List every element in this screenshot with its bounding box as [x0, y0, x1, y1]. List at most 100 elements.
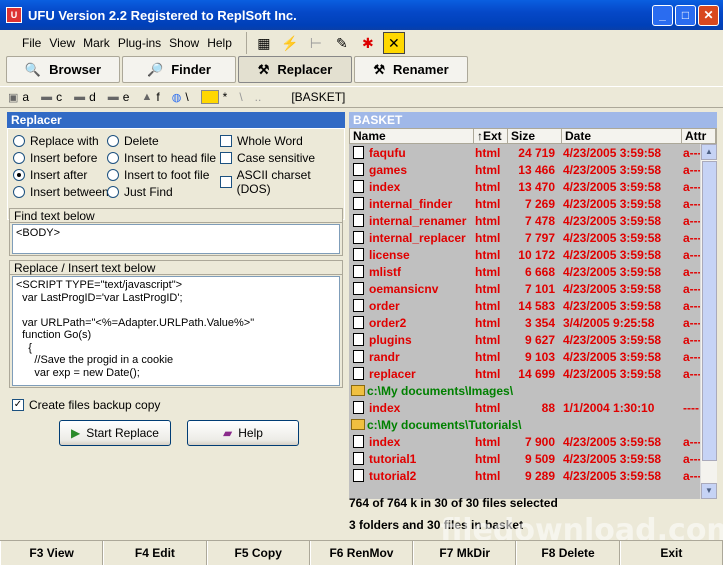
tab-finder[interactable]: 🔎 Finder [122, 56, 236, 83]
f7-mkdir-button[interactable]: F7 MkDir [413, 541, 517, 565]
file-date: 4/23/2005 3:59:58 [563, 247, 662, 262]
path-up-label: .. [254, 90, 262, 104]
file-row[interactable]: randr html 9 103 4/23/2005 3:59:58 a--- [349, 348, 717, 365]
menu-mark[interactable]: Mark [79, 36, 114, 50]
ascii-charset-checkbox[interactable]: ASCII charset (DOS) [220, 168, 344, 196]
file-row[interactable]: internal_renamer html 7 478 4/23/2005 3:59:… [349, 212, 717, 229]
drive-network[interactable]: ◍ \ [172, 90, 189, 104]
hammer-icon: ⚒ [257, 61, 270, 77]
tab-browser[interactable]: 🔍 Browser [6, 56, 120, 83]
file-row[interactable]: index html 7 900 4/23/2005 3:59:58 a--- [349, 433, 717, 450]
tab-renamer[interactable]: ⚒ Renamer [354, 56, 468, 83]
file-row[interactable]: mlistf html 6 668 4/23/2005 3:59:58 a--- [349, 263, 717, 280]
col-size[interactable]: Size [508, 129, 562, 143]
drive-f[interactable]: ▲ f [141, 90, 159, 104]
option-just-find[interactable]: Just Find [107, 185, 173, 199]
menu-view[interactable]: View [45, 36, 79, 50]
replace-label: Replace / Insert text below [10, 261, 342, 275]
file-icon [353, 214, 364, 227]
menu-show[interactable]: Show [165, 36, 203, 50]
radio [107, 152, 119, 164]
f4-edit-button[interactable]: F4 Edit [103, 541, 207, 565]
close-button[interactable]: ✕ [698, 5, 719, 26]
col-name[interactable]: Name [350, 129, 474, 143]
file-ext: html [475, 400, 501, 415]
maximize-button[interactable]: □ [675, 5, 696, 26]
f8-delete-button[interactable]: F8 Delete [516, 541, 620, 565]
app-icon: U [6, 7, 22, 23]
option-insert-before[interactable]: Insert before [13, 151, 97, 165]
file-row[interactable]: plugins html 9 627 4/23/2005 3:59:58 a--- [349, 331, 717, 348]
minimize-button[interactable]: _ [652, 5, 673, 26]
basket-icon [200, 90, 219, 104]
file-row[interactable]: internal_finder html 7 269 4/23/2005 3:59:5… [349, 195, 717, 212]
option-insert-after[interactable]: Insert after [13, 168, 87, 182]
drive-d[interactable]: ▬ d [74, 90, 96, 104]
file-row[interactable]: index html 13 470 4/23/2005 3:59:58 a--- [349, 178, 717, 195]
drive-c[interactable]: ▬ c [41, 90, 62, 104]
flash-icon[interactable]: ⚡ [279, 32, 301, 54]
tools-icon[interactable]: ✎ [331, 32, 353, 54]
menu-plugins[interactable]: Plug-ins [114, 36, 165, 50]
col-ext[interactable]: ↑Ext [474, 129, 508, 143]
backup-checkbox[interactable]: ✓ Create files backup copy [12, 398, 160, 412]
option-replace-with[interactable]: Replace with [13, 134, 99, 148]
folder-row[interactable]: c:\My documents\Tutorials\ [349, 416, 717, 433]
menu-file[interactable]: File [18, 36, 45, 50]
function-key-bar: F3 View F4 Edit F5 Copy F6 RenMov F7 MkD… [0, 540, 723, 565]
find-group: Find text below <BODY> [9, 208, 343, 256]
f3-view-button[interactable]: F3 View [0, 541, 104, 565]
radio [13, 169, 25, 181]
tab-replacer[interactable]: ⚒ Replacer [238, 56, 352, 83]
file-row[interactable]: index html 88 1/1/2004 1:30:10 ---- [349, 399, 717, 416]
button-label: Help [238, 426, 263, 440]
option-insert-between[interactable]: Insert between [13, 185, 109, 199]
menu-bar: File View Mark Plug-ins Show Help ▦ ⚡ ⊢ … [0, 30, 723, 56]
start-replace-button[interactable]: ▶ Start Replace [59, 420, 171, 446]
drive-e[interactable]: ▬ e [108, 90, 130, 104]
file-ext: html [475, 332, 501, 347]
file-row[interactable]: tutorial2 html 9 289 4/23/2005 3:59:58 a--- [349, 467, 717, 484]
find-textbox[interactable]: <BODY> [12, 224, 340, 254]
exit-button[interactable]: Exit [619, 541, 723, 565]
file-row[interactable]: internal_replacer html 7 797 4/23/2005 3:59… [349, 229, 717, 246]
col-date[interactable]: Date [562, 129, 682, 143]
file-row[interactable]: games html 13 466 4/23/2005 3:59:58 a--- [349, 161, 717, 178]
menu-help[interactable]: Help [203, 36, 236, 50]
whole-word-checkbox[interactable]: Whole Word [220, 134, 303, 148]
f6-renmov-button[interactable]: F6 RenMov [309, 541, 414, 565]
f5-copy-button[interactable]: F5 Copy [206, 541, 310, 565]
file-row[interactable]: replacer html 14 699 4/23/2005 3:59:58 a--- [349, 365, 717, 382]
file-icon [353, 248, 364, 261]
option-delete[interactable]: Delete [107, 134, 159, 148]
finder-icon: 🔎 [147, 61, 164, 77]
clear-icon[interactable]: ✕ [382, 32, 405, 54]
file-row[interactable]: order2 html 3 354 3/4/2005 9:25:58 a--- [349, 314, 717, 331]
file-row[interactable]: license html 10 172 4/23/2005 3:59:58 a--- [349, 246, 717, 263]
replacer-header: Replacer [7, 112, 345, 128]
case-sensitive-checkbox[interactable]: Case sensitive [220, 151, 315, 165]
file-row[interactable]: tutorial1 html 9 509 4/23/2005 3:59:58 a--- [349, 450, 717, 467]
vertical-scrollbar[interactable]: ▲ ▼ [700, 144, 717, 499]
file-row[interactable]: order html 14 583 4/23/2005 3:59:58 a--- [349, 297, 717, 314]
replace-textbox[interactable]: <SCRIPT TYPE="text/javascript"> var Last… [12, 276, 340, 386]
star-icon[interactable]: ✱ [357, 32, 379, 54]
scroll-thumb[interactable] [702, 161, 717, 461]
file-ext: html [475, 281, 501, 296]
scroll-up-button[interactable]: ▲ [701, 144, 717, 160]
file-row[interactable]: oemansicnv html 7 101 4/23/2005 3:59:58 a--- [349, 280, 717, 297]
path-root[interactable]: \ [239, 90, 242, 104]
file-row[interactable]: faqufu html 24 719 4/23/2005 3:59:58 a--- [349, 144, 717, 161]
col-attr[interactable]: Attr [682, 129, 716, 143]
folder-row[interactable]: c:\My documents\Images\ [349, 382, 717, 399]
drive-a[interactable]: ▣ a [8, 90, 29, 104]
help-button[interactable]: ▰ Help [187, 420, 299, 446]
path-up[interactable]: .. [255, 90, 262, 104]
tree-icon[interactable]: ⊢ [305, 32, 327, 54]
option-insert-head[interactable]: Insert to head file [107, 151, 216, 165]
file-size: 9 103 [524, 349, 555, 364]
drive-basket[interactable]: * [200, 90, 227, 104]
grid-icon[interactable]: ▦ [253, 32, 275, 54]
option-insert-foot[interactable]: Insert to foot file [107, 168, 209, 182]
scroll-down-button[interactable]: ▼ [701, 483, 717, 499]
